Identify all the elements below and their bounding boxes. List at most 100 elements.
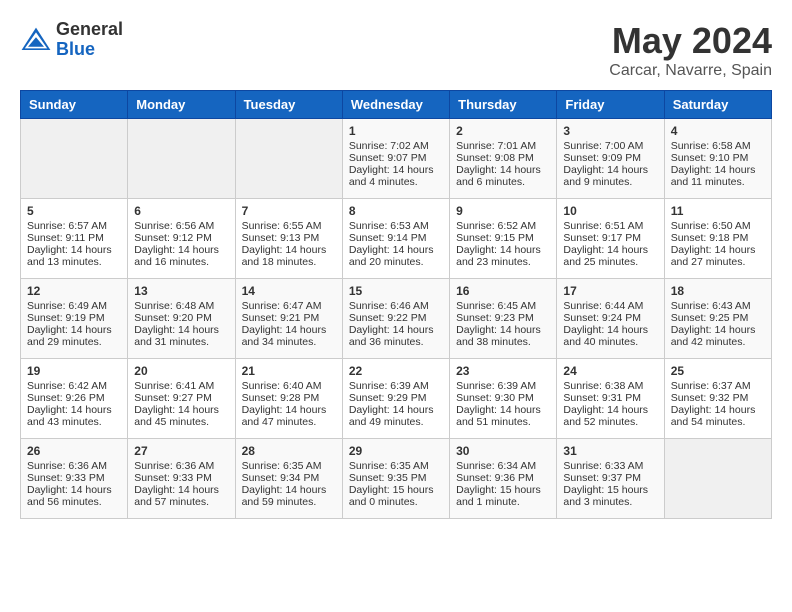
daylight-text: Daylight: 14 hours and 57 minutes.: [134, 484, 228, 508]
day-number: 28: [242, 444, 336, 458]
day-number: 1: [349, 124, 443, 138]
sunset-text: Sunset: 9:07 PM: [349, 152, 443, 164]
sunset-text: Sunset: 9:29 PM: [349, 392, 443, 404]
col-tuesday: Tuesday: [235, 91, 342, 119]
sunset-text: Sunset: 9:31 PM: [563, 392, 657, 404]
day-number: 22: [349, 364, 443, 378]
sunset-text: Sunset: 9:17 PM: [563, 232, 657, 244]
sunset-text: Sunset: 9:33 PM: [27, 472, 121, 484]
sunset-text: Sunset: 9:30 PM: [456, 392, 550, 404]
sunrise-text: Sunrise: 7:02 AM: [349, 140, 443, 152]
table-row: 23Sunrise: 6:39 AMSunset: 9:30 PMDayligh…: [450, 359, 557, 439]
sunset-text: Sunset: 9:34 PM: [242, 472, 336, 484]
sunrise-text: Sunrise: 6:52 AM: [456, 220, 550, 232]
sunset-text: Sunset: 9:23 PM: [456, 312, 550, 324]
sunrise-text: Sunrise: 6:33 AM: [563, 460, 657, 472]
day-number: 19: [27, 364, 121, 378]
daylight-text: Daylight: 14 hours and 40 minutes.: [563, 324, 657, 348]
sunrise-text: Sunrise: 6:58 AM: [671, 140, 765, 152]
col-thursday: Thursday: [450, 91, 557, 119]
sunset-text: Sunset: 9:10 PM: [671, 152, 765, 164]
day-number: 30: [456, 444, 550, 458]
daylight-text: Daylight: 15 hours and 0 minutes.: [349, 484, 443, 508]
day-number: 7: [242, 204, 336, 218]
daylight-text: Daylight: 14 hours and 4 minutes.: [349, 164, 443, 188]
table-row: 19Sunrise: 6:42 AMSunset: 9:26 PMDayligh…: [21, 359, 128, 439]
table-row: 18Sunrise: 6:43 AMSunset: 9:25 PMDayligh…: [664, 279, 771, 359]
sunset-text: Sunset: 9:11 PM: [27, 232, 121, 244]
sunset-text: Sunset: 9:25 PM: [671, 312, 765, 324]
table-row: 29Sunrise: 6:35 AMSunset: 9:35 PMDayligh…: [342, 439, 449, 519]
day-number: 24: [563, 364, 657, 378]
sunset-text: Sunset: 9:33 PM: [134, 472, 228, 484]
calendar-table: Sunday Monday Tuesday Wednesday Thursday…: [20, 90, 772, 519]
daylight-text: Daylight: 14 hours and 11 minutes.: [671, 164, 765, 188]
sunrise-text: Sunrise: 6:34 AM: [456, 460, 550, 472]
table-row: 30Sunrise: 6:34 AMSunset: 9:36 PMDayligh…: [450, 439, 557, 519]
day-number: 17: [563, 284, 657, 298]
logo-icon: [20, 26, 52, 54]
table-row: 15Sunrise: 6:46 AMSunset: 9:22 PMDayligh…: [342, 279, 449, 359]
day-number: 26: [27, 444, 121, 458]
day-number: 2: [456, 124, 550, 138]
table-row: 7Sunrise: 6:55 AMSunset: 9:13 PMDaylight…: [235, 199, 342, 279]
daylight-text: Daylight: 15 hours and 3 minutes.: [563, 484, 657, 508]
table-row: 20Sunrise: 6:41 AMSunset: 9:27 PMDayligh…: [128, 359, 235, 439]
day-number: 10: [563, 204, 657, 218]
daylight-text: Daylight: 14 hours and 31 minutes.: [134, 324, 228, 348]
calendar-week-row: 1Sunrise: 7:02 AMSunset: 9:07 PMDaylight…: [21, 119, 772, 199]
table-row: 21Sunrise: 6:40 AMSunset: 9:28 PMDayligh…: [235, 359, 342, 439]
location-subtitle: Carcar, Navarre, Spain: [609, 62, 772, 80]
month-year-title: May 2024: [609, 20, 772, 62]
sunset-text: Sunset: 9:32 PM: [671, 392, 765, 404]
day-number: 13: [134, 284, 228, 298]
logo: General Blue: [20, 20, 123, 60]
daylight-text: Daylight: 14 hours and 23 minutes.: [456, 244, 550, 268]
day-number: 8: [349, 204, 443, 218]
daylight-text: Daylight: 14 hours and 18 minutes.: [242, 244, 336, 268]
sunset-text: Sunset: 9:13 PM: [242, 232, 336, 244]
day-number: 20: [134, 364, 228, 378]
table-row: [235, 119, 342, 199]
sunrise-text: Sunrise: 6:37 AM: [671, 380, 765, 392]
daylight-text: Daylight: 14 hours and 13 minutes.: [27, 244, 121, 268]
table-row: 10Sunrise: 6:51 AMSunset: 9:17 PMDayligh…: [557, 199, 664, 279]
col-wednesday: Wednesday: [342, 91, 449, 119]
sunset-text: Sunset: 9:20 PM: [134, 312, 228, 324]
day-number: 15: [349, 284, 443, 298]
table-row: 12Sunrise: 6:49 AMSunset: 9:19 PMDayligh…: [21, 279, 128, 359]
sunrise-text: Sunrise: 6:49 AM: [27, 300, 121, 312]
day-number: 27: [134, 444, 228, 458]
daylight-text: Daylight: 14 hours and 54 minutes.: [671, 404, 765, 428]
table-row: 31Sunrise: 6:33 AMSunset: 9:37 PMDayligh…: [557, 439, 664, 519]
sunrise-text: Sunrise: 6:57 AM: [27, 220, 121, 232]
col-saturday: Saturday: [664, 91, 771, 119]
col-sunday: Sunday: [21, 91, 128, 119]
table-row: 2Sunrise: 7:01 AMSunset: 9:08 PMDaylight…: [450, 119, 557, 199]
table-row: 13 Sunrise: 6:48 AMSunset: 9:20 PMDayligh…: [128, 279, 235, 359]
table-row: 14Sunrise: 6:47 AMSunset: 9:21 PMDayligh…: [235, 279, 342, 359]
daylight-text: Daylight: 14 hours and 47 minutes.: [242, 404, 336, 428]
table-row: 5Sunrise: 6:57 AMSunset: 9:11 PMDaylight…: [21, 199, 128, 279]
logo-general-text: General: [56, 20, 123, 40]
day-number: 25: [671, 364, 765, 378]
sunset-text: Sunset: 9:18 PM: [671, 232, 765, 244]
sunset-text: Sunset: 9:28 PM: [242, 392, 336, 404]
daylight-text: Daylight: 14 hours and 16 minutes.: [134, 244, 228, 268]
sunrise-text: Sunrise: 6:48 AM: [134, 300, 228, 312]
sunrise-text: Sunrise: 6:35 AM: [242, 460, 336, 472]
sunrise-text: Sunrise: 6:36 AM: [27, 460, 121, 472]
sunset-text: Sunset: 9:08 PM: [456, 152, 550, 164]
sunrise-text: Sunrise: 6:51 AM: [563, 220, 657, 232]
table-row: 26Sunrise: 6:36 AMSunset: 9:33 PMDayligh…: [21, 439, 128, 519]
day-number: 4: [671, 124, 765, 138]
day-number: 23: [456, 364, 550, 378]
table-row: 6Sunrise: 6:56 AMSunset: 9:12 PMDaylight…: [128, 199, 235, 279]
daylight-text: Daylight: 15 hours and 1 minute.: [456, 484, 550, 508]
sunrise-text: Sunrise: 6:46 AM: [349, 300, 443, 312]
day-number: 9: [456, 204, 550, 218]
sunset-text: Sunset: 9:15 PM: [456, 232, 550, 244]
title-block: May 2024 Carcar, Navarre, Spain: [609, 20, 772, 80]
daylight-text: Daylight: 14 hours and 43 minutes.: [27, 404, 121, 428]
daylight-text: Daylight: 14 hours and 59 minutes.: [242, 484, 336, 508]
